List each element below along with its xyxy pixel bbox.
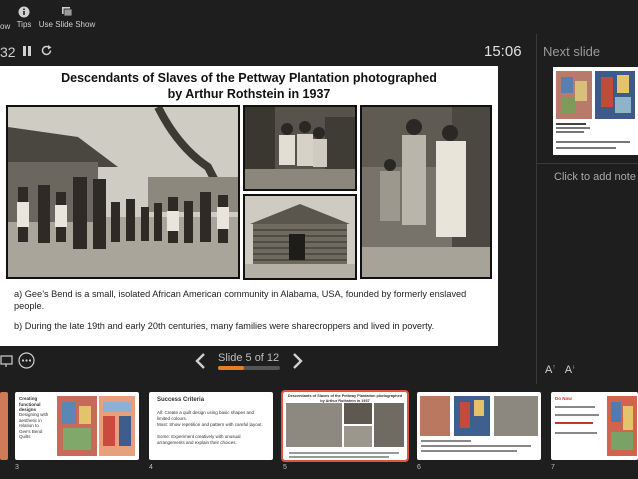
photo-children-on-porch xyxy=(243,105,357,191)
next-slide-label: Next slide xyxy=(543,44,601,59)
slide-photos-preview xyxy=(286,403,404,447)
slide-thumbnail-4[interactable]: Success Criteria All: Create a quilt des… xyxy=(149,392,273,460)
bullet-a: a) Gee’s Bend is a small, isolated Afric… xyxy=(14,289,467,311)
slide-thumbnail-2-partial[interactable] xyxy=(0,392,8,460)
presenter-toolbar: ow Tips Use Slide Show xyxy=(0,0,638,34)
slide-title: Descendants of Slaves of the Pettway Pla… xyxy=(61,71,437,101)
photo-family-portrait xyxy=(360,105,492,279)
next-slide-thumbnail[interactable] xyxy=(553,67,638,155)
clock: 15:06 xyxy=(484,43,522,60)
next-slide-icon[interactable] xyxy=(291,352,305,370)
display-icon xyxy=(1,8,13,20)
font-size-controls: A↑ A↓ xyxy=(545,364,575,376)
more-options-icon[interactable] xyxy=(18,352,35,369)
increase-font-icon[interactable]: A↑ xyxy=(545,364,555,376)
bullet-b: b) During the late 19th and early 20th c… xyxy=(14,321,435,331)
photo-group-outside-cabin xyxy=(6,105,240,279)
toolbar-item-show[interactable]: ow xyxy=(0,8,14,31)
slide-thumbnail-7[interactable]: Do Now xyxy=(551,392,638,460)
quilt-image xyxy=(57,396,97,456)
info-icon xyxy=(18,6,30,18)
quilt-photos-preview xyxy=(420,396,538,436)
slide-thumbnail-5-active[interactable]: Descendants of Slaves of the Pettway Pla… xyxy=(281,390,409,462)
slide-progress-bar xyxy=(218,366,280,370)
panel-divider[interactable] xyxy=(536,34,537,384)
slide-thumbnail-6[interactable] xyxy=(417,392,541,460)
slide-body-text: a) Gee’s Bend is a small, isolated Afric… xyxy=(14,288,484,340)
quilt-image xyxy=(99,396,135,456)
toolbar-item-use-slide-show[interactable]: Use Slide Show xyxy=(38,6,96,29)
restart-timer-icon[interactable] xyxy=(40,44,53,57)
speaker-notes[interactable]: Click to add note xyxy=(554,171,636,183)
slide-thumbnail-3[interactable]: Creating functional designs Designing wi… xyxy=(15,392,139,460)
notes-separator xyxy=(537,163,638,164)
toolbar-item-tips[interactable]: Tips xyxy=(14,6,34,29)
slide-counter: Slide 5 of 12 xyxy=(218,352,280,364)
decrease-font-icon[interactable]: A↓ xyxy=(565,364,575,376)
slide-progress-fill xyxy=(218,366,245,370)
current-slide[interactable]: Descendants of Slaves of the Pettway Pla… xyxy=(0,66,498,346)
photo-log-cabin xyxy=(243,194,357,280)
quilt-image xyxy=(607,396,637,456)
elapsed-time: 32 xyxy=(0,44,16,60)
slideshow-icon xyxy=(62,7,73,17)
pen-tool-icon[interactable] xyxy=(0,353,14,367)
pause-icon[interactable] xyxy=(22,45,32,57)
previous-slide-icon[interactable] xyxy=(193,352,207,370)
